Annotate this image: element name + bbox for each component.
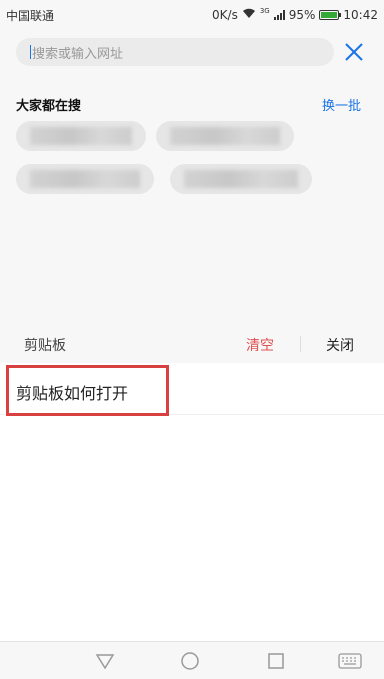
network-type: 3G — [259, 7, 270, 15]
battery-percent: 95% — [288, 8, 316, 22]
carrier-label: 中国联通 — [6, 8, 55, 23]
search-placeholder: 搜索或输入网址 — [32, 46, 124, 62]
blurred-text — [170, 127, 280, 145]
blurred-text — [30, 127, 132, 145]
trending-chip[interactable] — [156, 121, 294, 151]
trending-chip[interactable] — [170, 164, 312, 194]
highlight-box — [6, 365, 169, 416]
status-indicators: 0K/s 3G 95% 10:42 — [212, 7, 378, 22]
clipboard-list: 剪贴板如何打开 — [0, 363, 384, 641]
clipboard-header: 剪贴板 清空 关闭 — [0, 328, 384, 362]
divider — [300, 336, 301, 352]
back-triangle-icon[interactable] — [95, 651, 115, 671]
status-bar: 中国联通 0K/s 3G 95% 10:42 — [0, 0, 384, 30]
refresh-button[interactable]: 换一批 — [322, 95, 361, 114]
clock: 10:42 — [343, 8, 378, 22]
trending-chip[interactable] — [16, 164, 154, 194]
trending-title: 大家都在搜 — [16, 99, 82, 114]
battery-icon — [319, 10, 342, 20]
network-speed: 0K/s — [212, 8, 238, 22]
keyboard-icon[interactable] — [338, 651, 362, 671]
text-caret — [30, 45, 31, 59]
wifi-icon — [242, 8, 256, 22]
trending-chip[interactable] — [16, 121, 146, 151]
signal-icon — [273, 10, 285, 20]
blurred-text — [184, 170, 298, 188]
close-icon[interactable] — [342, 40, 366, 64]
clear-button[interactable]: 清空 — [246, 335, 274, 355]
blurred-text — [30, 170, 140, 188]
home-circle-icon[interactable] — [180, 651, 200, 671]
recents-square-icon[interactable] — [266, 651, 286, 671]
navigation-bar — [0, 641, 384, 679]
search-input[interactable]: 搜索或输入网址 — [16, 38, 334, 66]
clipboard-title: 剪贴板 — [24, 338, 66, 354]
close-button[interactable]: 关闭 — [326, 335, 354, 355]
search-bar: 搜索或输入网址 — [0, 30, 384, 74]
